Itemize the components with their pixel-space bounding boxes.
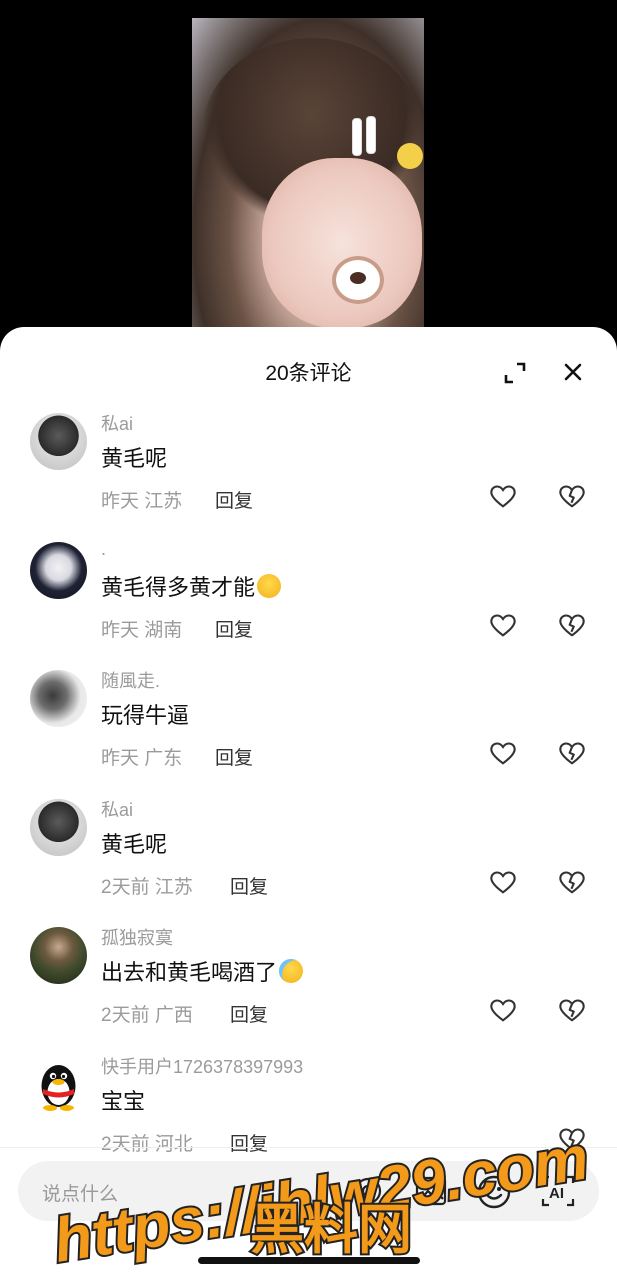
sheet-header: 20条评论 [0, 327, 617, 415]
broken-heart-icon[interactable] [558, 1126, 586, 1154]
divider [0, 1147, 617, 1148]
broken-heart-icon[interactable] [558, 483, 586, 511]
broken-heart-icon[interactable] [558, 997, 586, 1025]
comment-time: 2天前 [101, 1005, 150, 1026]
comment-meta: 昨天 湖南 [101, 615, 182, 642]
comment-text: 出去和黄毛喝酒了 [101, 955, 304, 987]
comment-location: 广东 [144, 748, 183, 769]
flower-sticker [397, 143, 423, 169]
reply-button[interactable]: 回复 [215, 486, 253, 513]
video-preview[interactable] [192, 18, 424, 328]
comment-item: 私ai 黄毛呢 2天前 江苏 回复 [0, 799, 617, 927]
comment-time: 2天前 [101, 877, 150, 898]
avatar[interactable] [30, 670, 87, 727]
comment-username[interactable]: 随風走. [101, 667, 160, 693]
comments-sheet: 20条评论 私ai 黄毛呢 昨天 江苏 回复 . 黄毛得多黄才能 昨天 湖南 回… [0, 327, 617, 1279]
comment-text: 玩得牛逼 [101, 698, 189, 730]
video-area[interactable] [0, 0, 617, 340]
comment-meta: 昨天 广东 [101, 743, 182, 770]
comment-input-bar[interactable]: 说点什么 AI [18, 1161, 599, 1221]
svg-text:AI: AI [549, 1185, 564, 1202]
comment-time: 2天前 [101, 1134, 150, 1155]
video-face [262, 158, 422, 328]
reply-button[interactable]: 回复 [215, 615, 253, 642]
comment-text: 黄毛呢 [101, 827, 167, 859]
comment-meta: 2天前 广西 [101, 1000, 193, 1027]
comment-text-content: 宝宝 [101, 1089, 146, 1114]
comment-meta: 昨天 江苏 [101, 486, 182, 513]
ai-icon[interactable]: AI [540, 1174, 576, 1208]
broken-heart-icon[interactable] [558, 612, 586, 640]
hair-clip [366, 116, 376, 154]
heart-icon[interactable] [489, 483, 517, 511]
reply-button[interactable]: 回复 [230, 1129, 268, 1156]
crying-laughing-emoji [279, 959, 304, 983]
comment-text-content: 黄毛呢 [101, 832, 168, 857]
comment-meta: 2天前 江苏 [101, 872, 193, 899]
expand-icon[interactable] [503, 361, 527, 385]
smirk-emoji [257, 574, 282, 598]
image-icon[interactable] [414, 1175, 448, 1207]
at-icon[interactable] [352, 1175, 384, 1207]
comment-text-content: 黄毛呢 [101, 446, 168, 471]
comment-item: 随風走. 玩得牛逼 昨天 广东 回复 [0, 670, 617, 798]
comment-username[interactable]: . [101, 539, 106, 560]
avatar[interactable] [30, 799, 87, 856]
reply-button[interactable]: 回复 [230, 872, 268, 899]
comment-text: 宝宝 [101, 1084, 145, 1116]
comment-time: 昨天 [101, 620, 140, 641]
comment-text: 黄毛得多黄才能 [101, 570, 282, 602]
comment-location: 广西 [154, 1005, 193, 1026]
avatar[interactable] [30, 542, 87, 599]
comment-text-content: 出去和黄毛喝酒了 [101, 960, 278, 985]
comment-username[interactable]: 孤独寂寞 [101, 924, 173, 950]
comment-username[interactable]: 私ai [101, 410, 133, 436]
heart-icon[interactable] [489, 612, 517, 640]
nose-sticker [332, 256, 384, 304]
comment-item: 私ai 黄毛呢 昨天 江苏 回复 [0, 413, 617, 541]
heart-icon[interactable] [489, 869, 517, 897]
heart-icon[interactable] [489, 740, 517, 768]
comment-item: 孤独寂寞 出去和黄毛喝酒了 2天前 广西 回复 [0, 927, 617, 1055]
comment-input[interactable]: 说点什么 [42, 1179, 118, 1206]
comment-username[interactable]: 私ai [101, 796, 133, 822]
heart-icon[interactable] [489, 997, 517, 1025]
comment-time: 昨天 [101, 748, 140, 769]
reply-button[interactable]: 回复 [215, 743, 253, 770]
comment-text: 黄毛呢 [101, 441, 167, 473]
home-indicator[interactable] [198, 1257, 420, 1264]
avatar[interactable] [30, 927, 87, 984]
comment-location: 江苏 [154, 877, 193, 898]
comment-item: . 黄毛得多黄才能 昨天 湖南 回复 [0, 539, 617, 670]
comment-location: 湖南 [144, 620, 183, 641]
hair-clip [352, 118, 362, 156]
close-icon[interactable] [561, 360, 585, 384]
comment-location: 江苏 [144, 491, 183, 512]
comment-text-content: 玩得牛逼 [101, 703, 190, 728]
comment-username[interactable]: 快手用户1726378397993 [101, 1053, 303, 1079]
penguin-avatar[interactable] [30, 1056, 87, 1113]
emoji-icon[interactable] [476, 1174, 512, 1210]
reply-button[interactable]: 回复 [230, 1000, 268, 1027]
avatar[interactable] [30, 413, 87, 470]
comment-text-content: 黄毛得多黄才能 [101, 575, 256, 600]
broken-heart-icon[interactable] [558, 869, 586, 897]
comment-location: 河北 [154, 1134, 193, 1155]
comment-meta: 2天前 河北 [101, 1129, 193, 1156]
broken-heart-icon[interactable] [558, 740, 586, 768]
comment-time: 昨天 [101, 491, 140, 512]
